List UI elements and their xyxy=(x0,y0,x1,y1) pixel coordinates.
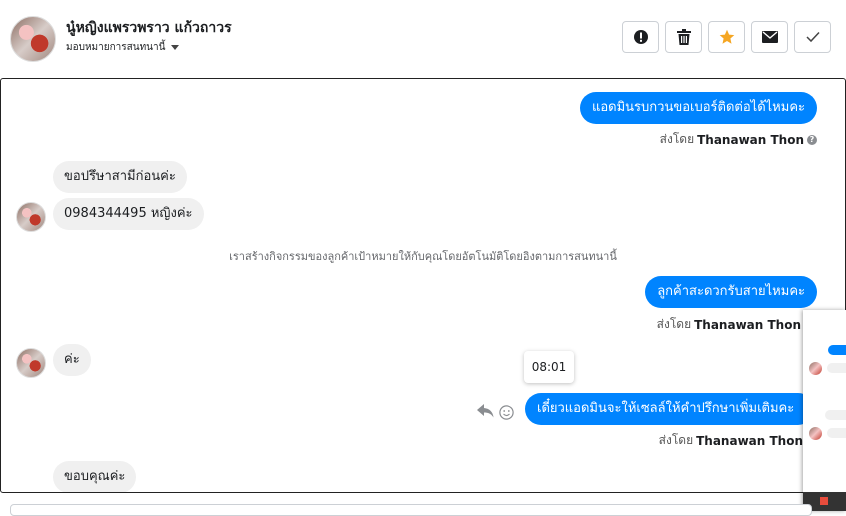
time-tooltip: 08:01 xyxy=(524,351,574,383)
envelope-icon xyxy=(761,31,778,43)
mini-incoming-bubble xyxy=(827,428,846,438)
mini-outgoing-bubble xyxy=(828,345,846,355)
app-icon xyxy=(820,497,828,505)
emoji-icon[interactable] xyxy=(499,405,514,420)
sent-by-label: ส่งโดย Thanawan Thon ? xyxy=(660,130,817,149)
message-composer[interactable] xyxy=(10,504,812,516)
contact-avatar[interactable] xyxy=(10,16,56,62)
conversation-actions xyxy=(622,21,831,53)
message-outgoing[interactable]: ลูกค้าสะดวกรับสายไหมคะ xyxy=(645,276,817,308)
sender-name: Thanawan Thon xyxy=(694,317,801,332)
contact-name[interactable]: นู๋หญิงแพรวพราว แก้วถาวร xyxy=(66,17,232,39)
help-icon[interactable]: ? xyxy=(807,134,817,145)
alert-circle-icon xyxy=(633,30,648,44)
chevron-down-icon xyxy=(171,45,180,50)
message-incoming[interactable]: ขอบคุณค่ะ xyxy=(53,461,137,492)
check-icon xyxy=(805,31,820,43)
assign-label: มอบหมายการสนทนานี้ xyxy=(66,42,166,53)
delete-button[interactable] xyxy=(665,21,702,53)
message-incoming[interactable]: ขอปรึษาสามีก่อนค่ะ xyxy=(53,161,187,193)
unread-button[interactable] xyxy=(751,21,788,53)
sender-name: Thanawan Thon xyxy=(696,433,803,448)
mini-avatar xyxy=(809,427,822,440)
chat-preview-popup[interactable] xyxy=(803,310,846,511)
message-thread[interactable]: แอดมินรบกวนขอเบอร์ติดต่อได้ไหมคะ ส่งโดย … xyxy=(0,78,846,493)
message-outgoing[interactable]: แอดมินรบกวนขอเบอร์ติดต่อได้ไหมคะ xyxy=(579,92,817,124)
sent-by-prefix: ส่งโดย xyxy=(656,317,692,331)
mini-avatar xyxy=(809,362,822,375)
trash-icon xyxy=(676,29,691,45)
message-outgoing[interactable]: เดี๋ยวแอดมินจะให้เซลล์ให้คำปรึกษาเพิ่มเต… xyxy=(525,393,815,425)
mini-incoming-bubble xyxy=(827,363,846,373)
conversation-header: นู๋หญิงแพรวพราว แก้วถาวร มอบหมายการสนทนา… xyxy=(0,0,846,78)
sender-name: Thanawan Thon xyxy=(697,132,804,147)
sent-by-label: ส่งโดย Thanawan Thon xyxy=(659,431,803,450)
star-icon xyxy=(719,29,734,44)
sent-by-label: ส่งโดย Thanawan Thon xyxy=(657,315,801,334)
reply-icon[interactable] xyxy=(477,404,494,418)
system-note: เราสร้างกิจกรรมของลูกค้าเป้าหมายให้กับคุ… xyxy=(229,250,617,263)
mini-incoming-bubble xyxy=(825,410,846,420)
contact-avatar[interactable] xyxy=(16,348,46,378)
spam-button[interactable] xyxy=(622,21,659,53)
star-button[interactable] xyxy=(708,21,745,53)
done-button[interactable] xyxy=(794,21,831,53)
message-incoming[interactable]: ค่ะ xyxy=(53,344,91,376)
contact-avatar[interactable] xyxy=(16,202,46,232)
sent-by-prefix: ส่งโดย xyxy=(658,433,694,447)
sent-by-prefix: ส่งโดย xyxy=(659,132,695,146)
message-incoming[interactable]: 0984344495 หญิงค่ะ xyxy=(53,198,204,230)
assign-conversation-dropdown[interactable]: มอบหมายการสนทนานี้ xyxy=(66,40,180,55)
